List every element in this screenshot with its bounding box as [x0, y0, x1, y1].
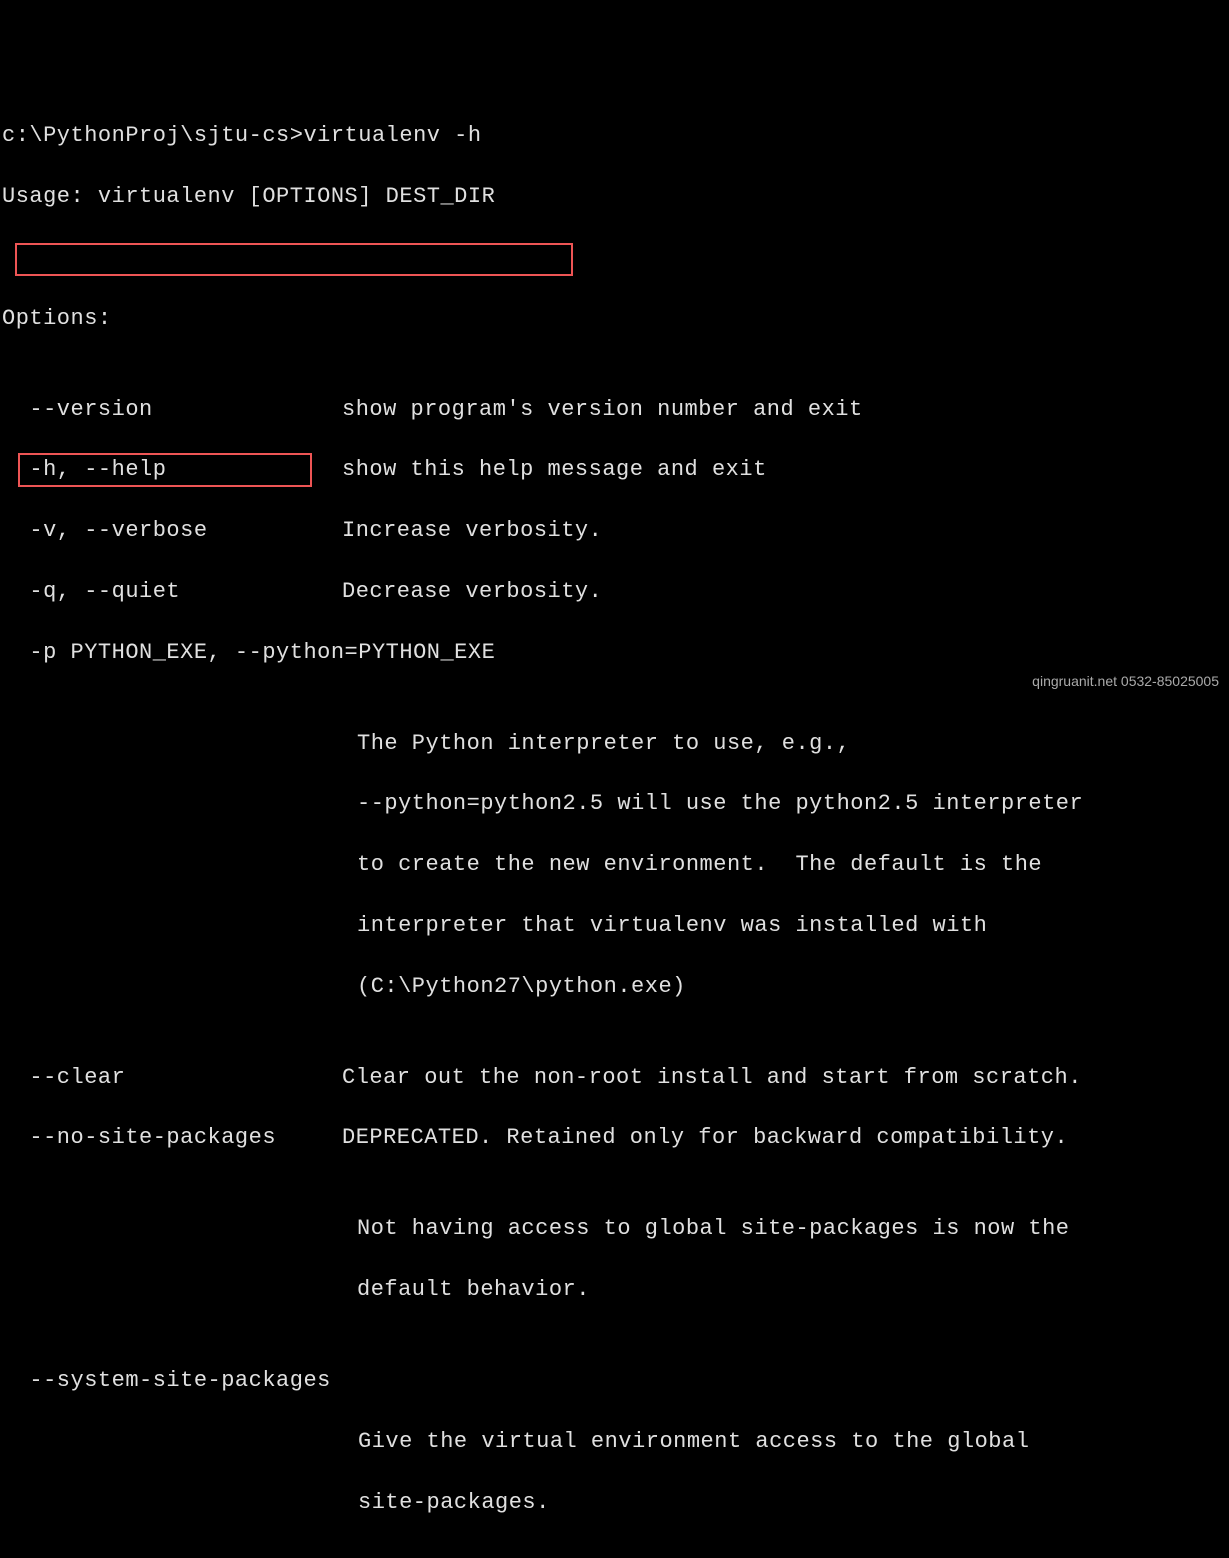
- usage-line: Usage: virtualenv [OPTIONS] DEST_DIR: [2, 182, 1229, 212]
- desc: Decrease verbosity.: [342, 577, 602, 607]
- desc: Increase verbosity.: [342, 516, 602, 546]
- flag: --version: [2, 395, 342, 425]
- desc: show program's version number and exit: [342, 395, 863, 425]
- python-desc-line: (C:\Python27\python.exe): [357, 972, 1229, 1002]
- option-version: --versionshow program's version number a…: [2, 395, 1229, 425]
- desc: show this help message and exit: [342, 455, 767, 485]
- python-desc-line: --python=python2.5 will use the python2.…: [357, 789, 1229, 819]
- option-verbose: -v, --verboseIncrease verbosity.: [2, 516, 1229, 546]
- syspack-desc-line: site-packages.: [358, 1488, 1229, 1518]
- option-help: -h, --helpshow this help message and exi…: [2, 455, 1229, 485]
- prompt: c:\PythonProj\sjtu-cs>: [2, 123, 303, 148]
- command: virtualenv -h: [303, 123, 481, 148]
- flag: -q, --quiet: [2, 577, 342, 607]
- desc: Clear out the non-root install and start…: [342, 1063, 1082, 1093]
- blank: [2, 243, 1229, 273]
- flag: --clear: [2, 1063, 342, 1093]
- flag: -v, --verbose: [2, 516, 342, 546]
- python-desc-line: to create the new environment. The defau…: [357, 850, 1229, 880]
- option-python-exe: -p PYTHON_EXE, --python=PYTHON_EXE: [2, 638, 1229, 668]
- prompt-line[interactable]: c:\PythonProj\sjtu-cs>virtualenv -h: [2, 121, 1229, 151]
- syspack-desc-line: Give the virtual environment access to t…: [358, 1427, 1229, 1457]
- nosite-desc-line: Not having access to global site-package…: [357, 1214, 1229, 1244]
- option-no-site-packages: --no-site-packagesDEPRECATED. Retained o…: [2, 1123, 1229, 1153]
- flag: -p PYTHON_EXE, --python=PYTHON_EXE: [2, 640, 495, 665]
- option-system-site-packages: --system-site-packages: [2, 1366, 1229, 1396]
- options-header: Options:: [2, 304, 1229, 334]
- option-quiet: -q, --quietDecrease verbosity.: [2, 577, 1229, 607]
- flag: --system-site-packages: [2, 1368, 331, 1393]
- watermark: qingruanit.net 0532-85025005: [1032, 672, 1219, 691]
- desc: DEPRECATED. Retained only for backward c…: [342, 1123, 1068, 1153]
- python-desc-line: The Python interpreter to use, e.g.,: [357, 729, 1229, 759]
- flag: --no-site-packages: [2, 1123, 342, 1153]
- flag: -h, --help: [2, 455, 342, 485]
- option-clear: --clearClear out the non-root install an…: [2, 1063, 1229, 1093]
- python-desc-line: interpreter that virtualenv was installe…: [357, 911, 1229, 941]
- nosite-desc-line: default behavior.: [357, 1275, 1229, 1305]
